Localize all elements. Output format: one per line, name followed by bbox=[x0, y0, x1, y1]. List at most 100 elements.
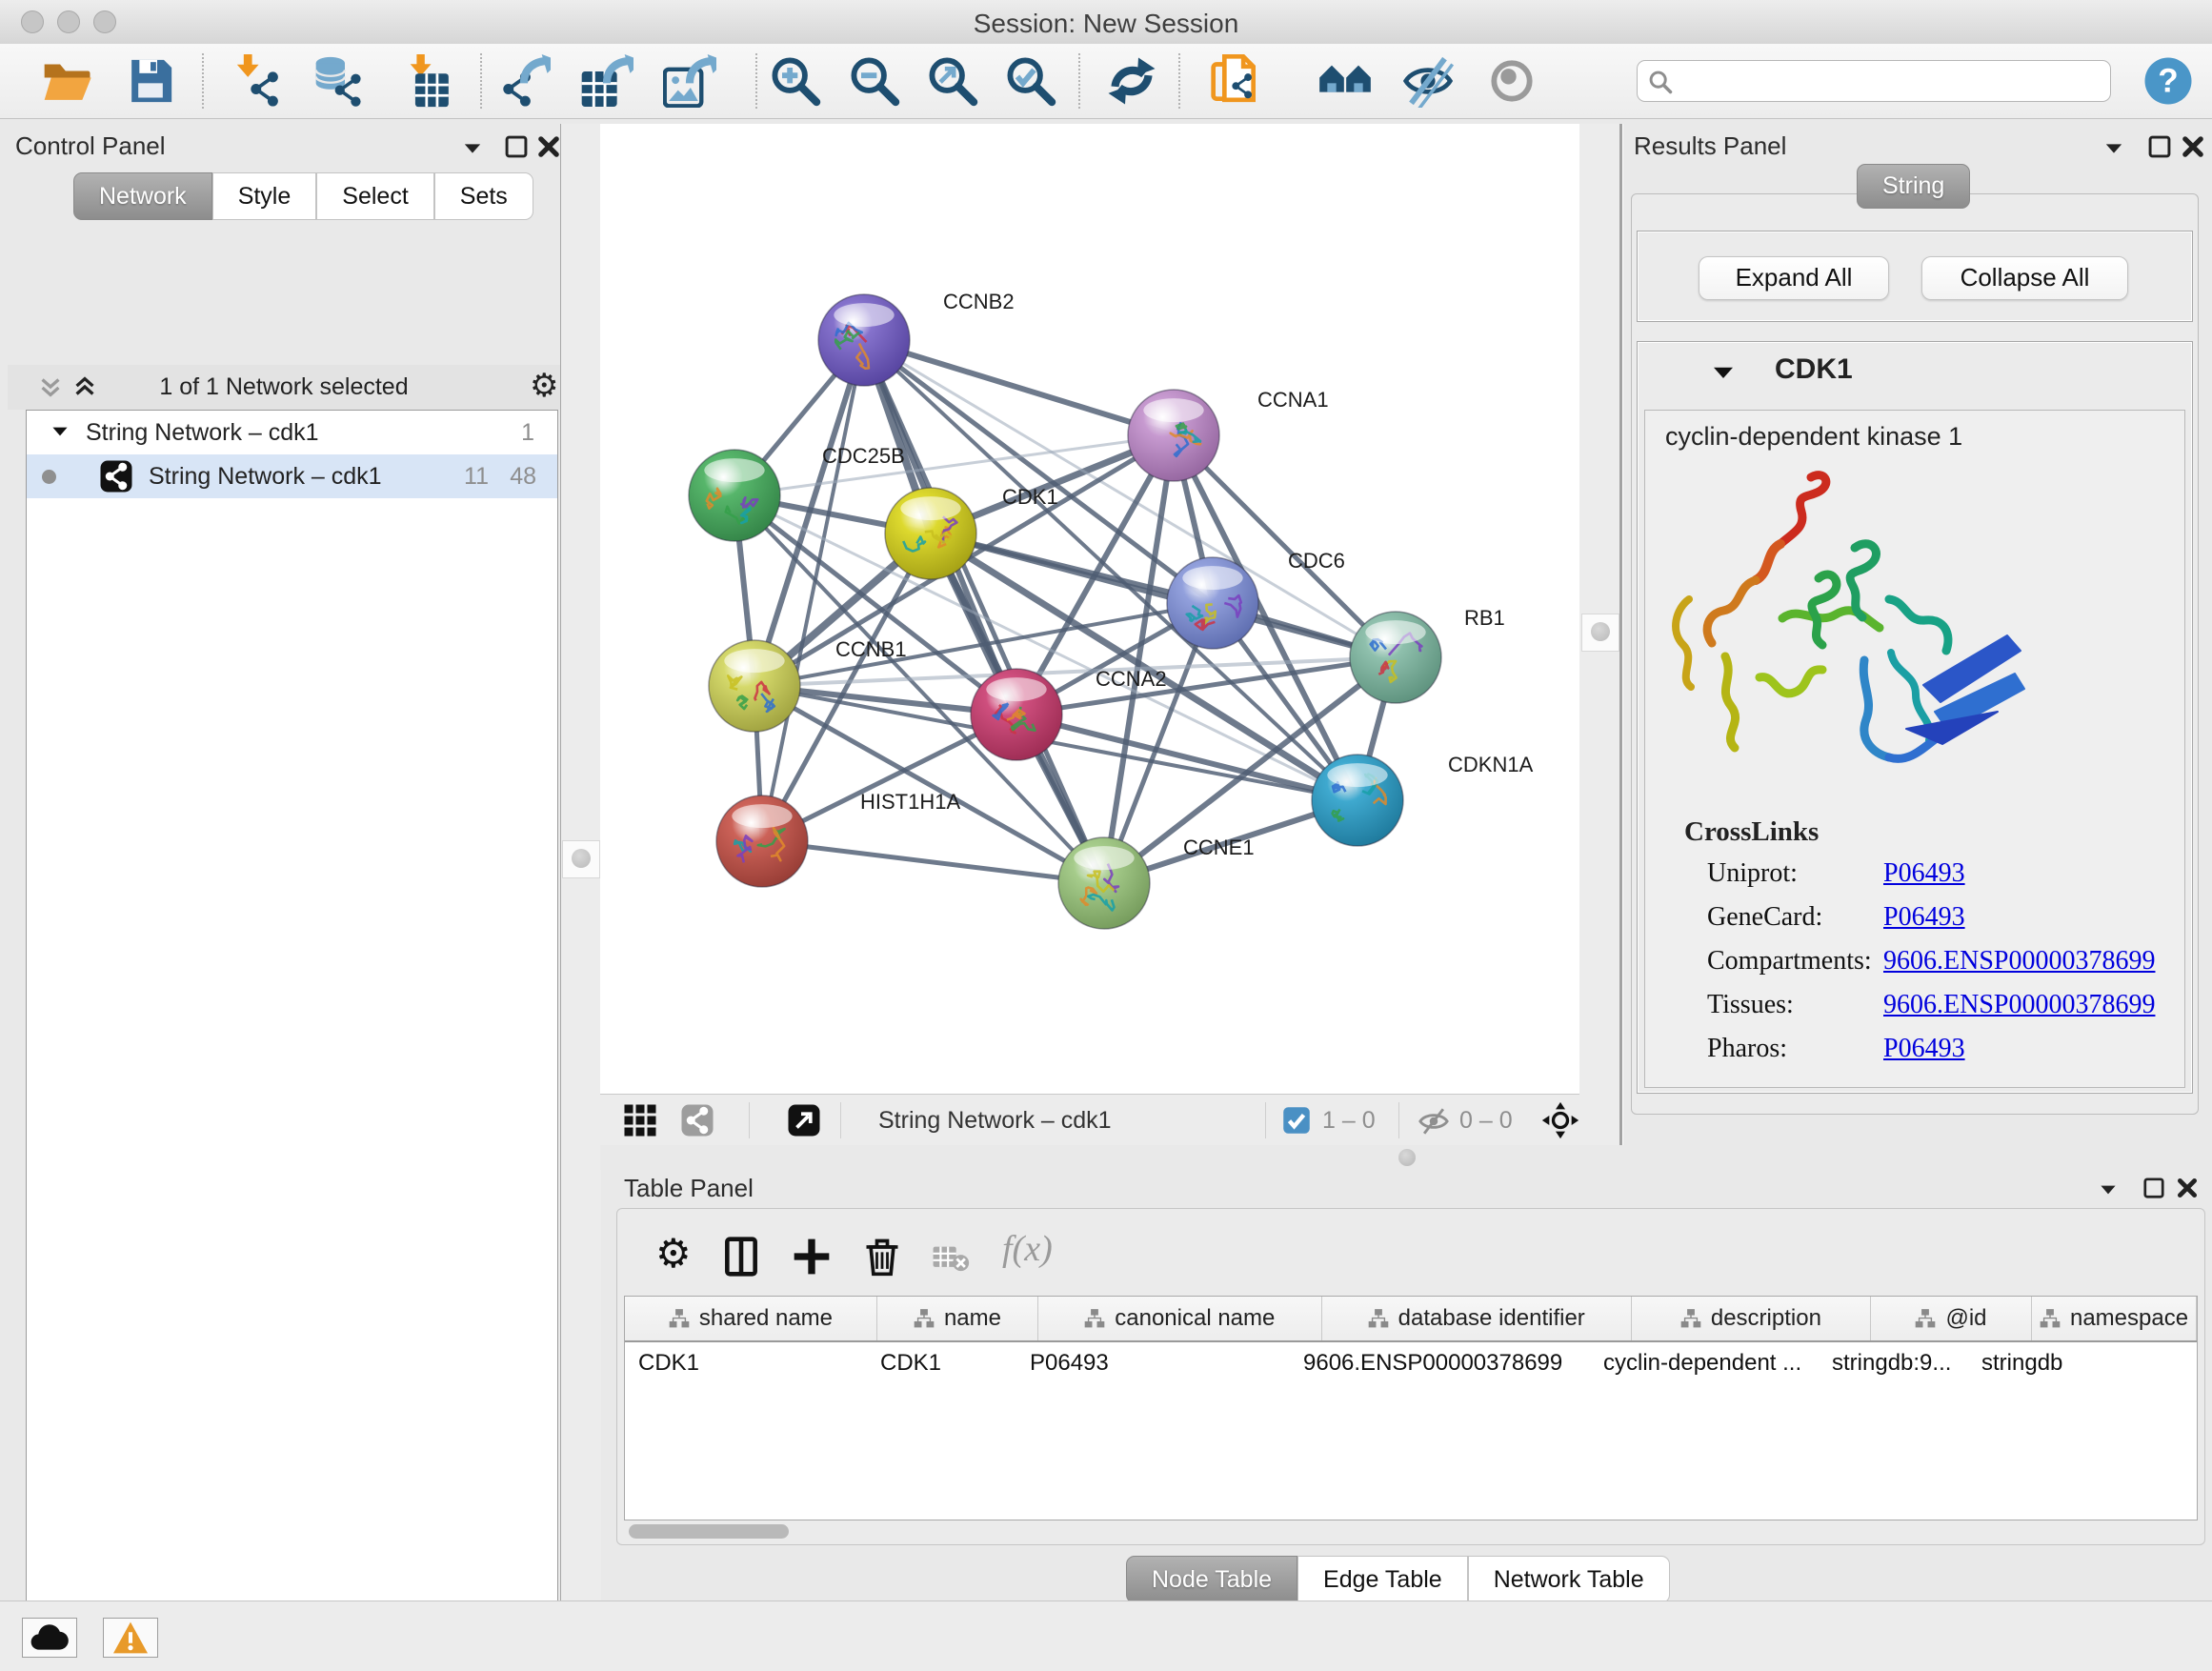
export-table-button[interactable] bbox=[580, 54, 633, 108]
create-column-plus-icon[interactable] bbox=[791, 1236, 833, 1278]
toolbar-separator bbox=[755, 53, 757, 109]
export-network-button[interactable] bbox=[497, 54, 551, 108]
tab-style[interactable]: Style bbox=[212, 172, 317, 220]
cloud-status-button[interactable] bbox=[22, 1618, 77, 1658]
tab-sets[interactable]: Sets bbox=[434, 172, 533, 220]
tab-network[interactable]: Network bbox=[73, 172, 212, 220]
tab-network-table[interactable]: Network Table bbox=[1468, 1556, 1670, 1603]
crosslink-link[interactable]: P06493 bbox=[1883, 902, 1965, 933]
show-columns-icon[interactable] bbox=[720, 1236, 762, 1278]
toolbar-separator bbox=[1178, 53, 1180, 109]
column-header-database-identifier[interactable]: database identifier bbox=[1322, 1297, 1632, 1340]
left-splitter[interactable] bbox=[560, 124, 601, 1601]
left-splitter-handle[interactable] bbox=[562, 840, 600, 878]
network-edge[interactable] bbox=[864, 340, 1174, 435]
table-row[interactable]: CDK1CDK1P064939606.ENSP00000378699cyclin… bbox=[625, 1342, 2197, 1384]
window-title: Session: New Session bbox=[0, 9, 2212, 39]
protein-collapse-icon[interactable] bbox=[1709, 359, 1738, 388]
crosslink-link[interactable]: P06493 bbox=[1883, 858, 1965, 889]
selected-checkbox-icon[interactable] bbox=[1282, 1106, 1311, 1135]
column-header-description[interactable]: description bbox=[1632, 1297, 1871, 1340]
birds-eye-view-icon[interactable] bbox=[623, 1103, 657, 1137]
column-header-namespace[interactable]: namespace bbox=[2032, 1297, 2197, 1340]
network-canvas[interactable]: CCNB2 CCNA1 CDC25B CDK1 CDC6 RB1 CCNB1 C… bbox=[600, 124, 1579, 1094]
network-edge[interactable] bbox=[762, 340, 864, 841]
right-splitter-handle[interactable] bbox=[1581, 614, 1619, 652]
results-panel-menu-icon[interactable] bbox=[2101, 135, 2127, 162]
tab-string[interactable]: String bbox=[1857, 164, 1970, 209]
tree-expander-icon[interactable] bbox=[48, 413, 72, 451]
network-node-CDKN1A[interactable]: CDKN1A bbox=[1312, 753, 1534, 846]
table-panel-close-icon[interactable] bbox=[2175, 1176, 2200, 1200]
refresh-view-button[interactable] bbox=[1105, 54, 1158, 108]
network-row-selected[interactable]: String Network – cdk1 11 48 bbox=[27, 454, 557, 498]
crosslinks-list: Uniprot:P06493GeneCard:P06493Compartment… bbox=[1645, 858, 2186, 1077]
network-selection-status: 1 of 1 Network selected bbox=[8, 373, 560, 401]
column-header-shared-name[interactable]: shared name bbox=[625, 1297, 877, 1340]
import-table-from-file-button[interactable] bbox=[398, 54, 452, 108]
warnings-button[interactable] bbox=[103, 1618, 158, 1658]
hide-selected-button[interactable] bbox=[1401, 54, 1455, 108]
table-panel-float-icon[interactable] bbox=[2142, 1176, 2166, 1200]
crosslink-link[interactable]: P06493 bbox=[1883, 1034, 1965, 1064]
tab-edge-table[interactable]: Edge Table bbox=[1297, 1556, 1468, 1603]
crosslink-label: GeneCard: bbox=[1707, 902, 1822, 933]
control-panel-float-icon[interactable] bbox=[503, 133, 530, 160]
network-node-CCNA1[interactable]: CCNA1 bbox=[1128, 388, 1329, 481]
table-panel-splitter[interactable] bbox=[600, 1145, 2212, 1170]
crosslink-link[interactable]: 9606.ENSP00000378699 bbox=[1883, 990, 2155, 1020]
search-input[interactable] bbox=[1637, 60, 2111, 102]
control-panel-tabs: NetworkStyleSelectSets bbox=[73, 172, 533, 220]
zoom-in-button[interactable] bbox=[769, 54, 822, 108]
network-node-CDK1[interactable]: CDK1 bbox=[885, 485, 1058, 579]
table-horizontal-scrollbar[interactable] bbox=[629, 1524, 789, 1539]
network-node-CCNE1[interactable]: CCNE1 bbox=[1058, 836, 1255, 929]
column-header--id[interactable]: @id bbox=[1871, 1297, 2032, 1340]
table-cell: 9606.ENSP00000378699 bbox=[1290, 1342, 1590, 1384]
hidden-eye-icon[interactable] bbox=[1418, 1105, 1450, 1137]
results-panel-close-icon[interactable] bbox=[2180, 133, 2206, 160]
network-edge[interactable] bbox=[762, 841, 1104, 883]
status-bar: Memory bbox=[0, 1601, 2212, 1671]
column-header-name[interactable]: name bbox=[877, 1297, 1038, 1340]
zoom-selected-button[interactable] bbox=[1004, 54, 1057, 108]
clone-network-button[interactable] bbox=[1209, 54, 1262, 108]
table-settings-gear-icon[interactable]: ⚙ bbox=[655, 1230, 692, 1277]
fit-selected-crosshair-icon[interactable] bbox=[1541, 1101, 1579, 1139]
network-graph[interactable]: CCNB2 CCNA1 CDC25B CDK1 CDC6 RB1 CCNB1 C… bbox=[600, 124, 1579, 1094]
control-panel-close-icon[interactable] bbox=[535, 133, 562, 160]
results-panel-float-icon[interactable] bbox=[2146, 133, 2173, 160]
toolbar-separator bbox=[202, 53, 204, 109]
column-header-canonical-name[interactable]: canonical name bbox=[1038, 1297, 1322, 1340]
table-cell: CDK1 bbox=[625, 1342, 867, 1384]
detach-view-icon[interactable] bbox=[787, 1103, 821, 1137]
zoom-fit-content-button[interactable] bbox=[926, 54, 979, 108]
right-splitter[interactable] bbox=[1579, 124, 1619, 1145]
network-node-RB1[interactable]: RB1 bbox=[1350, 606, 1505, 703]
expand-all-button[interactable]: Expand All bbox=[1699, 256, 1889, 300]
crosslink-link[interactable]: 9606.ENSP00000378699 bbox=[1883, 946, 2155, 976]
network-collection-row[interactable]: String Network – cdk1 1 bbox=[27, 411, 557, 454]
node-label: CCNA2 bbox=[1096, 667, 1167, 691]
open-session-button[interactable] bbox=[40, 54, 93, 108]
tab-node-table[interactable]: Node Table bbox=[1126, 1556, 1297, 1603]
import-network-from-database-button[interactable] bbox=[312, 54, 365, 108]
zoom-out-button[interactable] bbox=[848, 54, 901, 108]
table-panel-menu-icon[interactable] bbox=[2096, 1178, 2121, 1202]
string-panel-toggle-icon[interactable] bbox=[680, 1103, 714, 1137]
import-network-from-file-button[interactable] bbox=[231, 54, 285, 108]
export-image-button[interactable] bbox=[663, 54, 716, 108]
node-table[interactable]: shared namenamecanonical namedatabase id… bbox=[624, 1296, 2198, 1520]
show-all-button[interactable] bbox=[1485, 54, 1538, 108]
help-button[interactable]: ? bbox=[2142, 54, 2195, 108]
svg-text:?: ? bbox=[2158, 63, 2178, 100]
collapse-all-button[interactable]: Collapse All bbox=[1921, 256, 2128, 300]
first-neighbors-button[interactable] bbox=[1318, 54, 1372, 108]
tab-select[interactable]: Select bbox=[316, 172, 433, 220]
control-panel-menu-icon[interactable] bbox=[459, 135, 486, 162]
save-session-button[interactable] bbox=[124, 54, 177, 108]
delete-column-trash-icon[interactable] bbox=[861, 1236, 903, 1278]
network-label: String Network – cdk1 bbox=[149, 454, 382, 498]
node-label: CDK1 bbox=[1002, 485, 1058, 509]
network-options-gear-icon[interactable]: ⚙ bbox=[530, 367, 558, 405]
